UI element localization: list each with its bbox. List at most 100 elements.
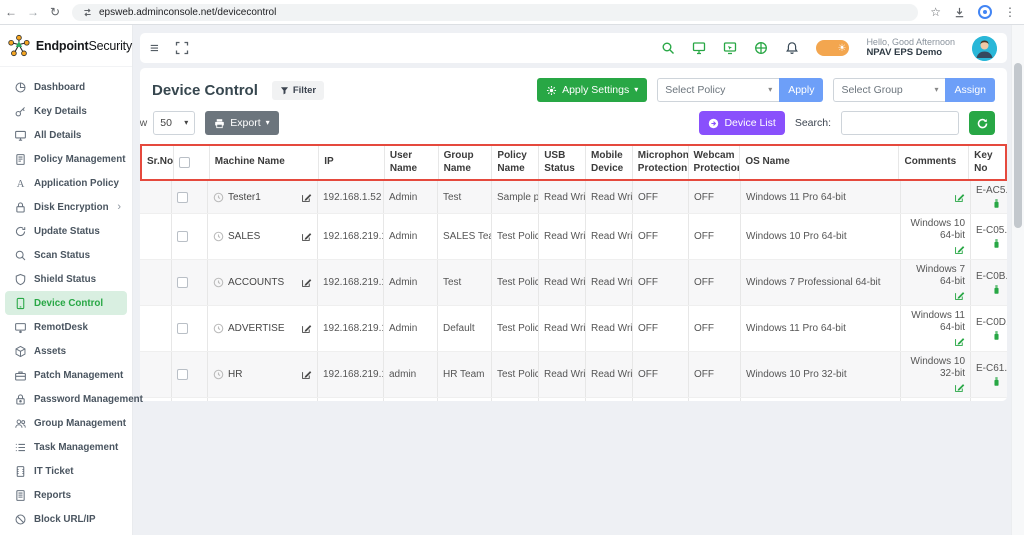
row-checkbox[interactable] bbox=[177, 369, 188, 380]
machine-name-cell: ACCOUNTS bbox=[208, 260, 318, 305]
bookmark-star-icon[interactable]: ☆ bbox=[930, 6, 941, 18]
edit-machine-icon[interactable] bbox=[301, 277, 312, 288]
sidebar-item-application-policy[interactable]: AApplication Policy bbox=[5, 171, 127, 195]
row-checkbox[interactable] bbox=[177, 231, 188, 242]
row-checkbox[interactable] bbox=[177, 192, 188, 203]
edit-comment-icon[interactable] bbox=[954, 244, 965, 255]
user-greeting: Hello, Good Afternoon NPAV EPS Demo bbox=[866, 37, 955, 58]
sidebar-item-all-details[interactable]: All Details bbox=[5, 123, 127, 147]
usb-key-icon[interactable] bbox=[991, 376, 1002, 387]
ticket-icon bbox=[14, 465, 27, 478]
usb-cell: Read Write bbox=[539, 398, 586, 401]
group-cell: Test bbox=[438, 181, 492, 213]
usb-key-icon[interactable] bbox=[991, 284, 1002, 295]
apply-policy-button[interactable]: Apply bbox=[779, 78, 823, 102]
mic-cell: OFF bbox=[633, 398, 689, 401]
sidebar-item-patch-management[interactable]: Patch Management bbox=[5, 363, 127, 387]
sidebar-item-task-management[interactable]: Task Management bbox=[5, 435, 127, 459]
filter-button[interactable]: Filter bbox=[272, 81, 324, 100]
apply-settings-button[interactable]: Apply Settings ▾ bbox=[537, 78, 647, 102]
screen-share-icon[interactable] bbox=[723, 41, 737, 55]
sidebar-item-remotdesk[interactable]: RemotDesk bbox=[5, 315, 127, 339]
browser-menu-icon[interactable]: ⋮ bbox=[1004, 6, 1016, 18]
sidebar-item-reports[interactable]: Reports bbox=[5, 483, 127, 507]
select-policy-dropdown[interactable]: Select Policy▾ bbox=[657, 78, 779, 102]
sidebar-item-policy-management[interactable]: Policy Management bbox=[5, 147, 127, 171]
hamburger-menu-icon[interactable]: ≡ bbox=[150, 41, 159, 56]
sidebar-item-disk-encryption[interactable]: Disk Encryption› bbox=[5, 195, 127, 219]
edit-comment-icon[interactable] bbox=[954, 192, 965, 203]
browser-forward-icon[interactable]: → bbox=[22, 5, 44, 19]
sidebar-nav: DashboardKey DetailsAll DetailsPolicy Ma… bbox=[0, 67, 132, 531]
group-cell: Default bbox=[438, 306, 492, 351]
export-button[interactable]: Export ▾ bbox=[205, 111, 278, 135]
circle-arrow-icon bbox=[708, 118, 719, 129]
policy-cell: Test Policy bbox=[492, 352, 539, 397]
search-icon[interactable] bbox=[661, 41, 675, 55]
sidebar-item-device-control[interactable]: Device Control bbox=[5, 291, 127, 315]
edit-comment-icon[interactable] bbox=[954, 382, 965, 393]
row-checkbox[interactable] bbox=[177, 277, 188, 288]
webcam-cell: OFF bbox=[689, 260, 741, 305]
offline-status-icon bbox=[213, 323, 224, 334]
browser-back-icon[interactable]: ← bbox=[0, 5, 22, 19]
search-input[interactable] bbox=[841, 111, 959, 135]
sr-no-cell bbox=[140, 260, 172, 305]
page-size-select[interactable]: 50▾ bbox=[153, 111, 195, 135]
os-cell: Windows 11 Pro 64-bit bbox=[741, 181, 901, 213]
sidebar-item-key-details[interactable]: Key Details bbox=[5, 99, 127, 123]
download-icon[interactable] bbox=[953, 6, 966, 19]
sidebar-item-block-url-ip[interactable]: Block URL/IP bbox=[5, 507, 127, 531]
edit-machine-icon[interactable] bbox=[301, 192, 312, 203]
notification-bell-icon[interactable] bbox=[785, 41, 799, 55]
document-icon bbox=[14, 153, 27, 166]
select-group-dropdown[interactable]: Select Group▾ bbox=[833, 78, 945, 102]
assign-group-button[interactable]: Assign bbox=[945, 78, 995, 102]
sidebar-item-assets[interactable]: Assets bbox=[5, 339, 127, 363]
refresh-icon bbox=[976, 117, 989, 130]
usb-key-icon[interactable] bbox=[991, 238, 1002, 249]
device-list-button[interactable]: Device List bbox=[699, 111, 784, 135]
sidebar-item-it-ticket[interactable]: IT Ticket bbox=[5, 459, 127, 483]
sidebar-item-shield-status[interactable]: Shield Status bbox=[5, 267, 127, 291]
browser-profile-icon[interactable] bbox=[978, 5, 992, 19]
column-header-group-name: Group Name bbox=[439, 146, 493, 179]
refresh-icon bbox=[14, 225, 27, 238]
edit-comment-icon[interactable] bbox=[954, 336, 965, 347]
edit-machine-icon[interactable] bbox=[301, 369, 312, 380]
mobile-cell: Read Write bbox=[586, 306, 633, 351]
table-row: Tester1192.168.1.52AdminTestSample polic… bbox=[140, 181, 1007, 214]
edit-comment-icon[interactable] bbox=[954, 290, 965, 301]
url-text: epsweb.adminconsole.net/devicecontrol bbox=[99, 7, 276, 18]
sidebar-item-password-management[interactable]: Password Management bbox=[5, 387, 127, 411]
sidebar-item-scan-status[interactable]: Scan Status bbox=[5, 243, 127, 267]
sidebar-item-update-status[interactable]: Update Status bbox=[5, 219, 127, 243]
webcam-cell: OFF bbox=[689, 352, 741, 397]
browser-refresh-icon[interactable]: ↻ bbox=[44, 5, 66, 19]
theme-toggle[interactable]: ☀ bbox=[816, 40, 849, 56]
browser-chrome: ← → ↻ epsweb.adminconsole.net/devicecont… bbox=[0, 0, 1024, 25]
vertical-scrollbar[interactable] bbox=[1011, 25, 1024, 535]
sidebar-item-dashboard[interactable]: Dashboard bbox=[5, 75, 127, 99]
sidebar-item-group-management[interactable]: Group Management bbox=[5, 411, 127, 435]
column-header-key-no: Key No bbox=[969, 146, 1005, 179]
monitor-icon[interactable] bbox=[692, 41, 706, 55]
usb-key-icon[interactable] bbox=[991, 198, 1002, 209]
column-header-microphone-protection: Microphone Protection bbox=[633, 146, 689, 179]
row-checkbox[interactable] bbox=[177, 323, 188, 334]
address-bar[interactable]: epsweb.adminconsole.net/devicecontrol bbox=[72, 4, 918, 21]
avatar[interactable] bbox=[972, 36, 997, 61]
column-header-webcam-protection: Webcam Protection bbox=[689, 146, 741, 179]
globe-icon[interactable] bbox=[754, 41, 768, 55]
edit-machine-icon[interactable] bbox=[301, 323, 312, 334]
select-all-checkbox[interactable] bbox=[179, 157, 190, 168]
policy-cell: Test Policy bbox=[492, 306, 539, 351]
vertical-scroll-thumb[interactable] bbox=[1014, 63, 1022, 228]
gear-icon bbox=[546, 85, 557, 96]
fullscreen-icon[interactable] bbox=[175, 41, 189, 55]
page-title: Device Control bbox=[152, 82, 258, 99]
brand-logo[interactable]: EndpointSecurity bbox=[0, 25, 132, 67]
usb-key-icon[interactable] bbox=[991, 330, 1002, 341]
refresh-button[interactable] bbox=[969, 111, 995, 135]
edit-machine-icon[interactable] bbox=[301, 231, 312, 242]
